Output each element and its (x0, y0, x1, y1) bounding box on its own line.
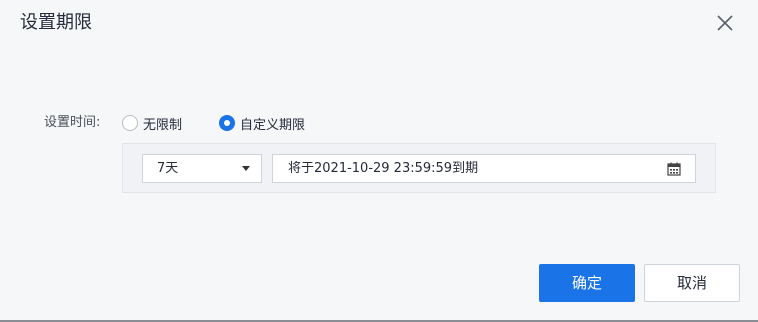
cancel-button[interactable]: 取消 (644, 264, 740, 302)
set-expiry-dialog: 设置期限 设置时间: 无限制 自定义期限 7天 将于2021-10-29 23:… (0, 0, 758, 322)
close-button[interactable] (714, 12, 736, 34)
duration-select[interactable]: 7天 (142, 154, 262, 183)
duration-select-value: 7天 (157, 161, 179, 176)
calendar-icon[interactable] (667, 162, 681, 176)
radio-unlimited-circle[interactable] (122, 115, 138, 131)
close-icon (714, 12, 736, 34)
confirm-button[interactable]: 确定 (539, 264, 635, 302)
expiry-date-text: 将于2021-10-29 23:59:59到期 (288, 161, 479, 176)
dialog-title: 设置期限 (20, 12, 92, 33)
radio-custom-period-circle[interactable] (219, 115, 235, 131)
radio-custom-period-label: 自定义期限 (240, 117, 306, 133)
radio-unlimited[interactable]: 无限制 (122, 113, 182, 133)
expiry-date-field[interactable]: 将于2021-10-29 23:59:59到期 (272, 154, 696, 183)
radio-unlimited-label: 无限制 (143, 117, 183, 133)
radio-custom-period[interactable]: 自定义期限 (219, 113, 305, 133)
chevron-down-icon (242, 166, 250, 171)
time-setting-label: 设置时间: (44, 115, 101, 130)
